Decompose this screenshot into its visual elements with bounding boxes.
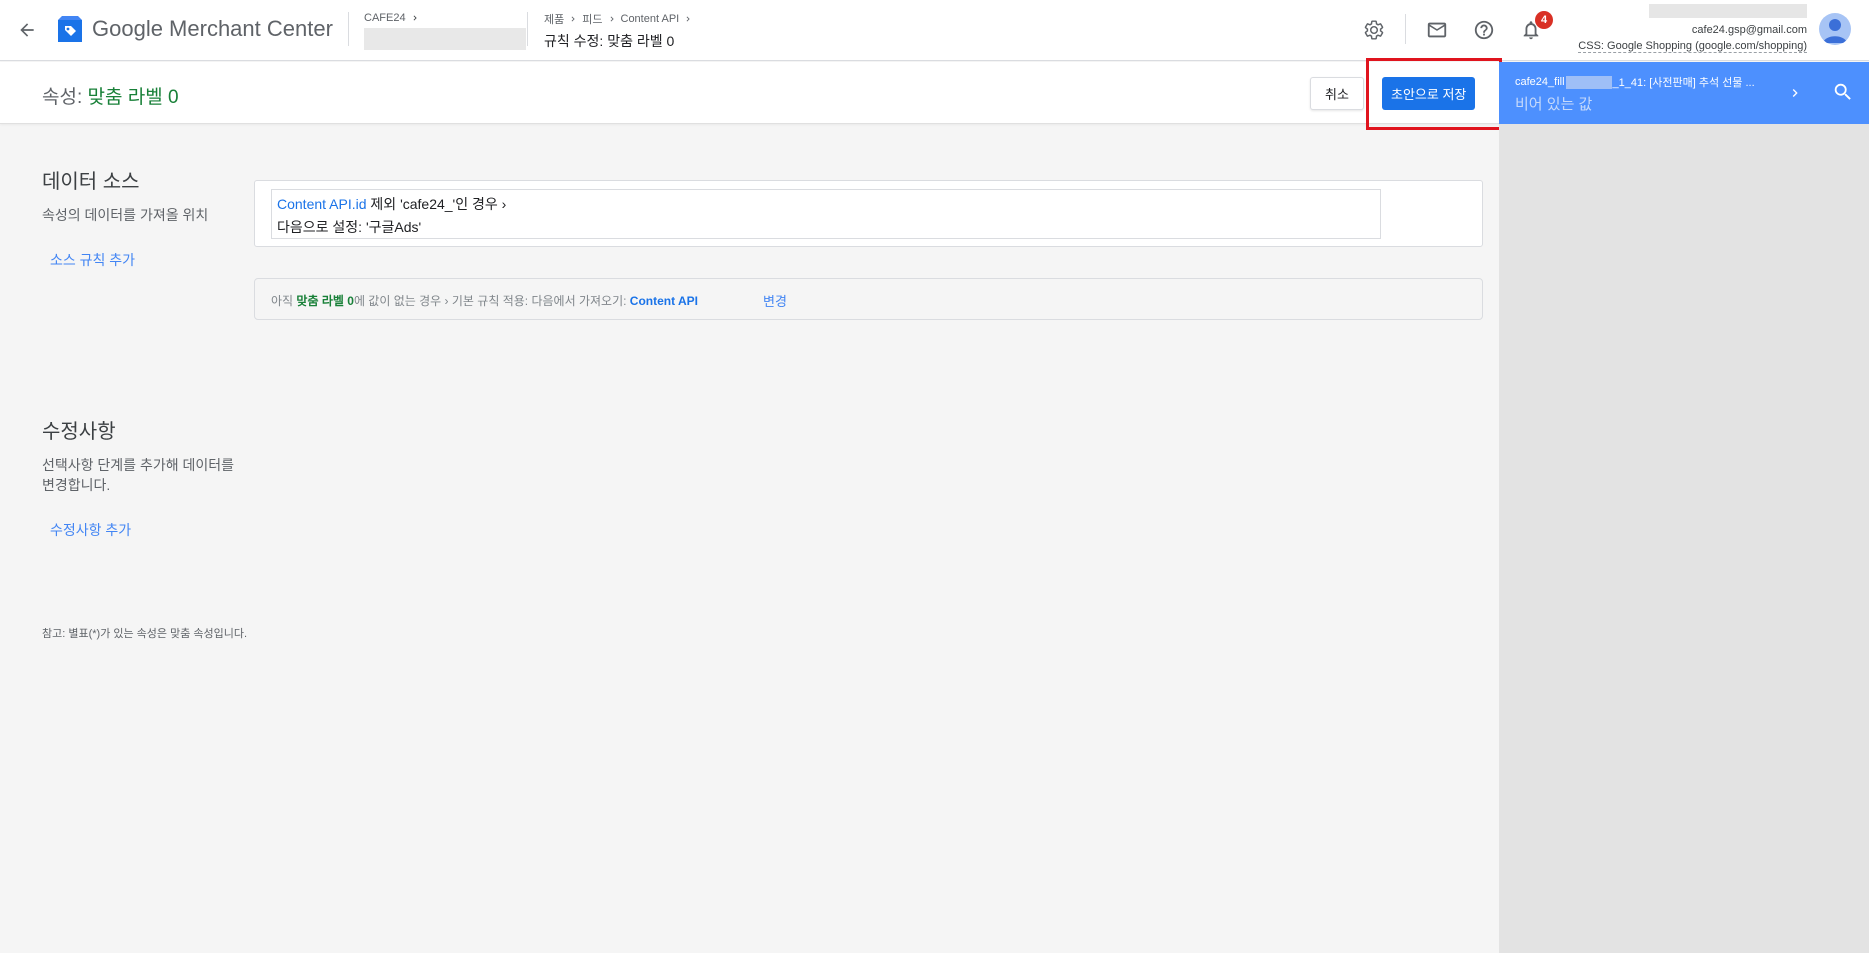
chevron-right-icon bbox=[610, 16, 614, 22]
default-rule-middle: 에 값이 없는 경우 › 기본 규칙 적용: 다음에서 가져오기: bbox=[353, 294, 630, 308]
data-source-description: 속성의 데이터를 가져올 위치 bbox=[42, 207, 209, 223]
rule-set-value: 다음으로 설정: '구글Ads' bbox=[277, 219, 422, 235]
account-id-redacted bbox=[364, 28, 526, 50]
header-divider bbox=[348, 12, 349, 46]
default-rule-text: 아직 맞춤 라벨 0에 값이 없는 경우 › 기본 규칙 적용: 다음에서 가져… bbox=[271, 292, 698, 309]
rule-operator: 제외 bbox=[366, 196, 401, 212]
top-header: Google Merchant Center CAFE24 제품 피드 Cont… bbox=[0, 0, 1869, 61]
attribute-prefix: 속성: bbox=[42, 87, 88, 108]
breadcrumb-item-products[interactable]: 제품 bbox=[544, 11, 564, 27]
account-switcher[interactable]: CAFE24 bbox=[364, 12, 526, 50]
attribute-title: 속성: 맞춤 라벨 0 bbox=[42, 82, 179, 109]
default-rule-attribute: 맞춤 라벨 0 bbox=[296, 294, 354, 308]
attribute-header: 속성: 맞춤 라벨 0 취소 초안으로 저장 bbox=[0, 62, 1499, 124]
rule-condition: Content API.id 제외 'cafe24_'인 경우 › bbox=[277, 194, 506, 214]
account-name-redacted bbox=[1649, 4, 1807, 18]
attribute-name: 맞춤 라벨 0 bbox=[87, 87, 179, 108]
change-default-link[interactable]: 변경 bbox=[763, 291, 787, 310]
help-button[interactable] bbox=[1471, 17, 1497, 43]
redacted-text bbox=[1565, 75, 1612, 89]
modifications-title: 수정사항 bbox=[42, 421, 116, 443]
account-info[interactable]: cafe24.gsp@gmail.com CSS: Google Shoppin… bbox=[1578, 4, 1807, 54]
notifications-button[interactable]: 4 bbox=[1518, 11, 1553, 43]
merchant-center-logo[interactable]: Google Merchant Center bbox=[56, 14, 333, 44]
chevron-right-icon[interactable] bbox=[1787, 85, 1803, 101]
app-name: Google Merchant Center bbox=[92, 16, 333, 41]
user-email: cafe24.gsp@gmail.com bbox=[1691, 24, 1807, 36]
user-avatar-icon bbox=[1823, 19, 1847, 43]
rule-field: Content API.id bbox=[277, 196, 367, 212]
save-as-draft-button[interactable]: 초안으로 저장 bbox=[1382, 77, 1476, 110]
default-rule-source: Content API bbox=[629, 294, 699, 308]
add-source-rule-link[interactable]: 소스 규칙 추가 bbox=[50, 250, 135, 270]
data-source-title: 데이터 소스 bbox=[42, 171, 140, 193]
chevron-right-icon bbox=[686, 16, 690, 22]
account-name: CAFE24 bbox=[364, 12, 406, 24]
default-rule-prefix: 아직 bbox=[271, 294, 297, 308]
breadcrumb: 제품 피드 Content API 규칙 수정: 맞춤 라벨 0 bbox=[544, 11, 693, 51]
mail-icon bbox=[1427, 22, 1447, 38]
preview-item-value: 비어 있는 값 bbox=[1515, 96, 1593, 113]
avatar[interactable] bbox=[1819, 13, 1851, 45]
help-icon bbox=[1474, 20, 1494, 40]
preview-item-header[interactable]: cafe24_fill _1_41: [사전판매] 추석 선물 ... 비어 있는… bbox=[1499, 62, 1869, 124]
notification-count-badge: 4 bbox=[1535, 11, 1553, 29]
cancel-button[interactable]: 취소 bbox=[1310, 77, 1364, 110]
back-button[interactable] bbox=[14, 17, 40, 43]
css-label: CSS: Google Shopping (google.com/shoppin… bbox=[1578, 40, 1807, 53]
custom-attribute-note: 참고: 별표(*)가 있는 속성은 맞춤 속성입니다. bbox=[42, 628, 248, 640]
settings-button[interactable] bbox=[1361, 17, 1387, 43]
arrow-back-icon bbox=[20, 23, 34, 37]
add-modification-link[interactable]: 수정사항 추가 bbox=[50, 520, 131, 540]
breadcrumb-item-feeds[interactable]: 피드 bbox=[582, 11, 602, 27]
chevron-right-icon bbox=[571, 16, 575, 22]
preview-item-title: cafe24_fill _1_41: [사전판매] 추석 선물 ... bbox=[1515, 74, 1755, 90]
source-rule-card: Content API.id 제외 'cafe24_'인 경우 › 다음으로 설… bbox=[254, 180, 1483, 247]
header-divider bbox=[527, 12, 528, 46]
breadcrumb-item-content-api[interactable]: Content API bbox=[621, 13, 680, 25]
default-rule-card: 아직 맞춤 라벨 0에 값이 없는 경우 › 기본 규칙 적용: 다음에서 가져… bbox=[254, 278, 1483, 320]
rule-value: 'cafe24_' bbox=[400, 196, 456, 212]
search-icon[interactable] bbox=[1832, 81, 1854, 103]
preview-item-id-suffix: _1_41: [사전판매] 추석 선물 ... bbox=[1612, 77, 1755, 89]
header-divider bbox=[1405, 14, 1406, 44]
source-rule[interactable]: Content API.id 제외 'cafe24_'인 경우 › 다음으로 설… bbox=[271, 189, 1381, 239]
modifications-description: 선택사항 단계를 추가해 데이터를 변경합니다. bbox=[42, 457, 234, 493]
gear-icon bbox=[1364, 20, 1384, 40]
page-title: 규칙 수정: 맞춤 라벨 0 bbox=[544, 33, 675, 49]
rule-condition-end: 인 경우 › bbox=[455, 196, 507, 212]
merchant-center-logo-icon bbox=[58, 16, 82, 42]
preview-panel: cafe24_fill _1_41: [사전판매] 추석 선물 ... 비어 있는… bbox=[1499, 62, 1869, 953]
messages-button[interactable] bbox=[1424, 17, 1450, 43]
preview-item-id-prefix: cafe24_fill bbox=[1515, 76, 1565, 88]
chevron-right-icon bbox=[413, 15, 417, 21]
